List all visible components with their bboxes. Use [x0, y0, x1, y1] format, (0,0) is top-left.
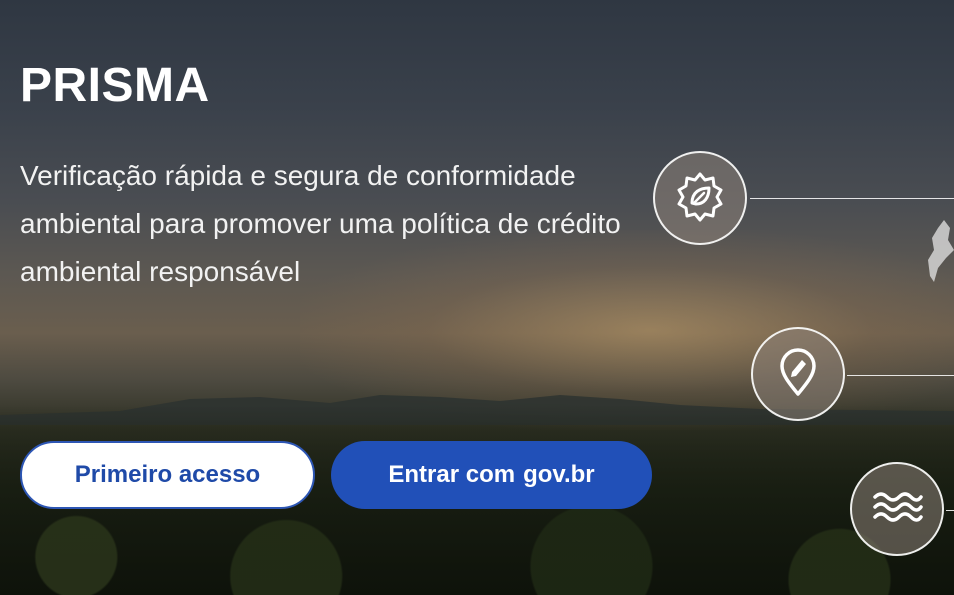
govbr-login-button[interactable]: Entrar com gov.br	[331, 441, 652, 509]
first-access-button[interactable]: Primeiro acesso	[20, 441, 315, 509]
govbr-brand-label: gov.br	[523, 461, 595, 488]
tagline: Verificação rápida e segura de conformid…	[20, 160, 621, 287]
feature-environment[interactable]	[653, 151, 747, 245]
feature-connector-line	[946, 510, 954, 511]
water-waves-icon	[871, 487, 923, 532]
page-title: PRISMA	[20, 59, 210, 112]
feature-connector-line	[847, 375, 954, 376]
map-outline	[928, 220, 954, 282]
leaf-badge-icon	[674, 170, 726, 227]
feature-connector-line	[750, 198, 954, 199]
govbr-login-label: Entrar com	[388, 461, 516, 488]
map-pin-edit-icon	[775, 346, 821, 403]
feature-water[interactable]	[850, 462, 944, 556]
feature-location[interactable]	[751, 327, 845, 421]
